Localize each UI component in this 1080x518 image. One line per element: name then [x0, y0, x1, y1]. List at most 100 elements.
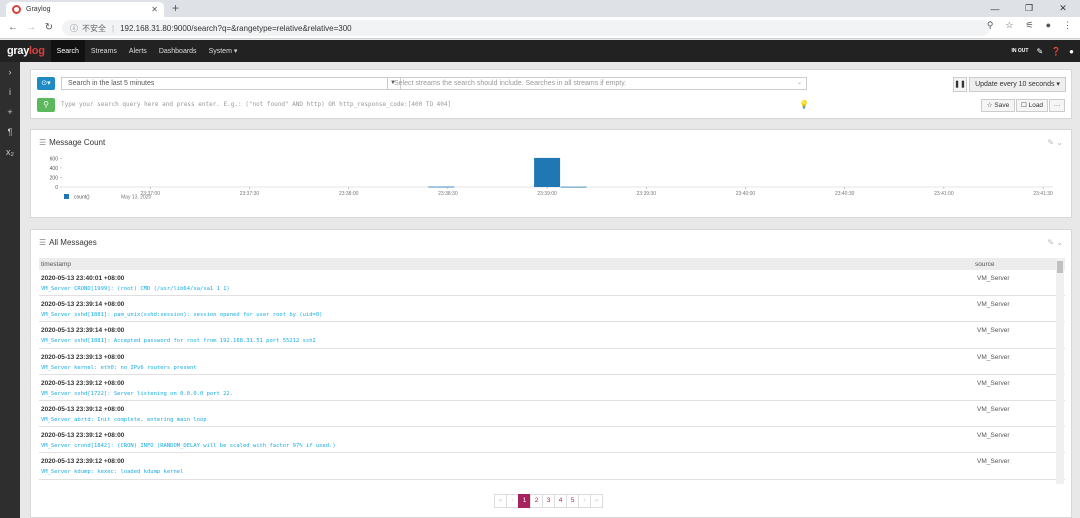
table-row[interactable]: 2020-05-13 23:39:14 +08:00 VM_Server sshd… [39, 296, 1065, 323]
add-sidebar-icon[interactable]: + [0, 102, 20, 122]
chart-bar [428, 186, 455, 188]
message-source: VM_Server [977, 432, 1010, 440]
message-text[interactable]: VM_Server sshd[1722]: Server listening o… [41, 391, 233, 397]
scrollbar-thumb[interactable] [1057, 261, 1063, 273]
nav-alerts[interactable]: Alerts [123, 40, 153, 62]
table-row[interactable]: 2020-05-13 23:40:01 +08:00 VM_Server CRON… [39, 270, 1065, 297]
message-timestamp: 2020-05-13 23:39:14 +08:00 [41, 327, 125, 335]
message-text[interactable]: VM_Server abrtd: Init complete, entering… [41, 417, 207, 423]
close-tab-icon[interactable]: ✕ [151, 5, 158, 14]
x-tick-label: 23:41:00 [934, 191, 954, 197]
table-row[interactable]: 2020-05-13 23:39:14 +08:00 VM_Server sshd… [39, 322, 1065, 349]
refresh-interval-button[interactable]: Update every 10 seconds ▾ [969, 77, 1066, 92]
x-tick-label: 23:40:30 [835, 191, 855, 197]
message-text[interactable]: VM_Server kdump: kexec: loaded kdump ker… [41, 469, 183, 475]
message-source: VM_Server [977, 301, 1010, 309]
panel-title: All Messages [49, 238, 97, 247]
drag-handle-icon[interactable]: ☰ [39, 238, 46, 247]
table-row[interactable]: 2020-05-13 23:39:12 +08:00 VM_Server sshd… [39, 375, 1065, 401]
streams-select[interactable]: Select streams the search should include… [387, 77, 807, 90]
message-text[interactable]: VM_Server sshd[1881]: pam_unix(sshd:sess… [41, 312, 322, 318]
nav-search[interactable]: Search [50, 40, 85, 62]
pager-nav-button[interactable]: » [590, 494, 603, 508]
table-row[interactable]: 2020-05-13 23:39:13 +08:00 VM_Server kern… [39, 349, 1065, 375]
column-source[interactable]: source [975, 261, 995, 268]
x-tick-label: 23:39:30 [637, 191, 657, 197]
restore-icon[interactable]: ❐ [1012, 0, 1046, 17]
x-tick-label: 23:40:00 [736, 191, 756, 197]
more-options-button[interactable]: ··· [1049, 99, 1065, 112]
browser-tab[interactable]: Graylog ✕ [6, 2, 164, 17]
message-text[interactable]: VM_Server CROND[1999]: (root) CMD (/usr/… [41, 286, 230, 292]
search-button[interactable]: ⚲ [37, 98, 55, 112]
subscript-icon[interactable]: x₂ [0, 142, 20, 162]
messages-table: timestamp source 2020-05-13 23:40:01 +08… [39, 258, 1065, 480]
tab-title: Graylog [26, 6, 51, 13]
message-timestamp: 2020-05-13 23:39:12 +08:00 [41, 458, 125, 466]
panel-title: Message Count [49, 138, 106, 147]
edit-icon[interactable]: ✎ [1036, 47, 1043, 56]
x-tick-label: 23:39:00 [537, 191, 557, 197]
window-controls: — ❐ ✕ [978, 0, 1080, 17]
message-text[interactable]: VM_Server crond[1842]: (CRON) INFO (RAND… [41, 443, 336, 449]
message-source: VM_Server [977, 275, 1010, 282]
nav-dashboards[interactable]: Dashboards [153, 40, 203, 62]
search-query-input[interactable]: Type your search query here and press en… [61, 98, 801, 112]
info-sidebar-icon[interactable]: i [0, 82, 20, 102]
message-timestamp: 2020-05-13 23:40:01 +08:00 [41, 275, 125, 282]
drag-handle-icon[interactable]: ☰ [39, 138, 46, 147]
search-panel: ⊙▾ Search in the last 5 minutes ▼ Select… [30, 69, 1072, 119]
y-tick-label: 600 [50, 156, 59, 162]
paragraph-icon[interactable]: ¶ [0, 122, 20, 142]
address-bar[interactable]: ⓘ 不安全 | 192.168.31.80:9000/search?q=&ran… [62, 20, 990, 36]
minimize-icon[interactable]: — [978, 0, 1012, 17]
new-tab-icon[interactable]: + [172, 1, 179, 15]
nav-system[interactable]: System ▾ [203, 40, 244, 62]
reload-icon[interactable]: ↻ [40, 22, 58, 33]
pause-button[interactable]: ❚❚ [953, 77, 967, 92]
message-source: VM_Server [977, 458, 1010, 466]
extension-icon[interactable]: ⚟ [1025, 20, 1033, 31]
info-icon[interactable]: ⓘ [70, 23, 78, 34]
close-window-icon[interactable]: ✕ [1046, 0, 1080, 17]
panel-tools[interactable]: ✎ ⌄ [1047, 138, 1063, 147]
browser-toolbar: ← → ↻ ⓘ 不安全 | 192.168.31.80:9000/search?… [0, 17, 1080, 39]
time-range-select[interactable]: Search in the last 5 minutes ▼ [61, 77, 401, 90]
table-row[interactable]: 2020-05-13 23:39:12 +08:00 VM_Server abrt… [39, 401, 1065, 428]
message-text[interactable]: VM_Server sshd[1881]: Accepted password … [41, 338, 316, 344]
range-type-button[interactable]: ⊙▾ [37, 77, 55, 90]
profile-icon[interactable]: ● [1046, 20, 1051, 31]
url-text[interactable]: 192.168.31.80:9000/search?q=&rangetype=r… [120, 24, 352, 33]
column-timestamp[interactable]: timestamp [39, 261, 975, 268]
expand-sidebar-icon[interactable]: › [0, 62, 20, 82]
help-icon[interactable]: ❓ [1051, 47, 1061, 56]
table-row[interactable]: 2020-05-13 23:39:12 +08:00 VM_Server kdum… [39, 453, 1065, 480]
zoom-icon[interactable]: ⚲ [987, 20, 994, 31]
table-row[interactable]: 2020-05-13 23:39:12 +08:00 VM_Server cron… [39, 427, 1065, 454]
browser-menu-icon[interactable]: ⋮ [1063, 20, 1072, 31]
throughput-indicator[interactable]: IN OUT [1012, 48, 1029, 54]
forward-icon[interactable]: → [22, 22, 40, 33]
lightbulb-icon[interactable]: 💡 [799, 100, 809, 109]
panel-heading: ☰ Message Count [39, 138, 105, 147]
bookmark-star-icon[interactable]: ☆ [1005, 20, 1013, 31]
message-timestamp: 2020-05-13 23:39:12 +08:00 [41, 432, 125, 440]
save-search-button[interactable]: ☆ Save [981, 99, 1015, 112]
load-search-button[interactable]: ☐ Load [1016, 99, 1048, 112]
legend-label: count() [74, 195, 90, 201]
panel-tools[interactable]: ✎ ⌄ [1047, 238, 1063, 247]
streams-placeholder: Select streams the search should include… [394, 80, 627, 87]
chevron-down-icon: ⌄ [796, 80, 802, 86]
x-tick-label: 23:41:30 [1033, 191, 1053, 197]
back-icon[interactable]: ← [4, 22, 22, 33]
message-text[interactable]: VM_Server kernel: eth0: no IPv6 routers … [41, 365, 197, 371]
user-icon[interactable]: ● [1069, 47, 1074, 56]
message-source: VM_Server [977, 353, 1010, 361]
legend-swatch [64, 194, 69, 199]
graylog-logo[interactable]: graylog [0, 45, 51, 57]
logo-log: log [29, 45, 45, 57]
message-timestamp: 2020-05-13 23:39:12 +08:00 [41, 379, 125, 387]
chart-bar [560, 186, 587, 188]
nav-streams[interactable]: Streams [85, 40, 123, 62]
scrollbar[interactable] [1056, 258, 1064, 484]
